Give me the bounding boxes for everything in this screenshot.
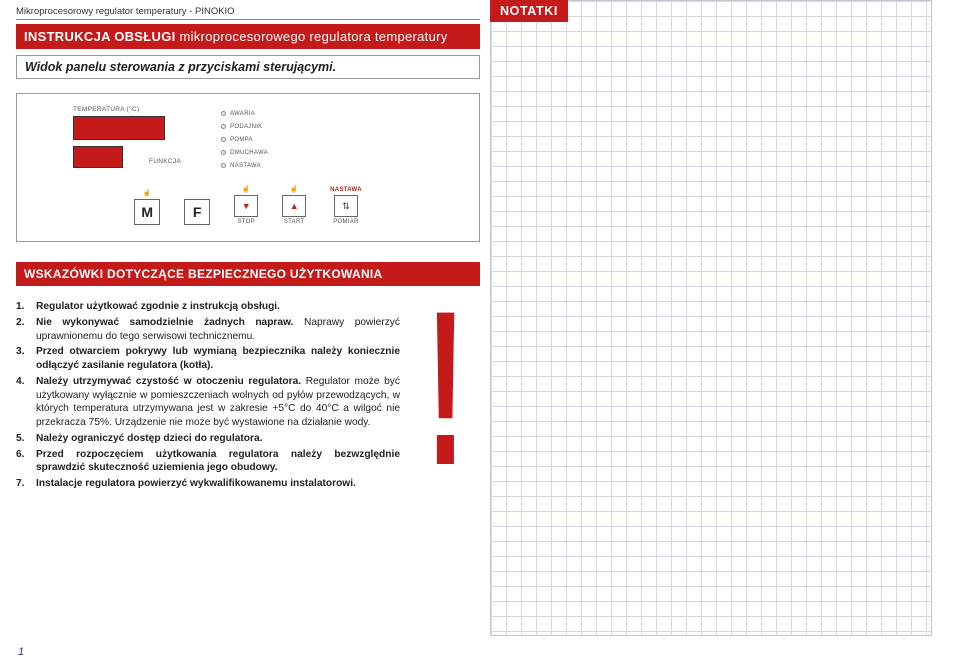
- title-strong: INSTRUKCJA OBSŁUGI: [24, 29, 176, 44]
- subtitle-text: Widok panelu sterowania z przyciskami st…: [25, 60, 336, 74]
- arrow-up-icon: [290, 201, 299, 211]
- instruction-item: Należy ograniczyć dostęp dzieci do regul…: [16, 432, 400, 446]
- led-dmuchawa-icon: [221, 150, 226, 155]
- led-awaria-label: AWARIA: [230, 111, 255, 117]
- safety-instructions: Regulator użytkować zgodnie z instrukcją…: [16, 300, 480, 491]
- notes-grid: NOTATKI: [490, 0, 932, 636]
- hand-icon-stop: ☝: [242, 185, 251, 193]
- led-nastawa-icon: [221, 163, 226, 168]
- hand-icon-start: ☝: [290, 185, 299, 193]
- m-button[interactable]: M: [134, 199, 160, 225]
- arrow-down-icon: [242, 201, 251, 211]
- control-panel-illustration: TEMPERATURA (°C) FUNKCJA AWARIA PODAJNIK…: [16, 93, 480, 242]
- exclamation-graphic: !: [412, 300, 480, 491]
- toggle-button[interactable]: ⇅: [334, 195, 358, 217]
- instruction-lead: Nie wykonywać samodzielnie żadnych napra…: [36, 317, 293, 328]
- funkcja-label: FUNKCJA: [149, 158, 181, 165]
- instruction-item: Regulator użytkować zgodnie z instrukcją…: [16, 300, 400, 314]
- led-podajnik-icon: [221, 124, 226, 129]
- instruction-item: Przed otwarciem pokrywy lub wymianą bezp…: [16, 345, 400, 373]
- title-bar: INSTRUKCJA OBSŁUGI mikroprocesorowego re…: [16, 24, 480, 49]
- led-pompa-label: POMPA: [230, 137, 253, 143]
- instruction-item: Przed rozpoczęciem użytkowania regulator…: [16, 448, 400, 476]
- led-podajnik-label: PODAJNIK: [230, 124, 262, 130]
- nastawa-caption: NASTAWA: [330, 187, 362, 193]
- start-button[interactable]: [282, 195, 306, 217]
- pomiar-caption: POMIAR: [333, 219, 358, 225]
- page-number: 1: [18, 646, 24, 658]
- start-caption: START: [284, 219, 305, 225]
- instruction-lead: Przed otwarciem pokrywy lub wymianą bezp…: [36, 346, 400, 371]
- instruction-item: Nie wykonywać samodzielnie żadnych napra…: [16, 316, 400, 344]
- instruction-lead: Regulator użytkować zgodnie z instrukcją…: [36, 301, 280, 312]
- top-header-line: Mikroprocesorowy regulator temperatury -…: [16, 6, 480, 20]
- temp-display-label: TEMPERATURA (°C): [73, 106, 181, 113]
- safety-section-bar: WSKAZÓWKI DOTYCZĄCE BEZPIECZNEGO UŻYTKOW…: [16, 262, 480, 286]
- title-rest: mikroprocesorowego regulatora temperatur…: [176, 29, 448, 44]
- notes-title: NOTATKI: [490, 0, 568, 22]
- instruction-lead: Instalacje regulatora powierzyć wykwalif…: [36, 478, 356, 489]
- stop-caption: STOP: [237, 219, 254, 225]
- instruction-item: Instalacje regulatora powierzyć wykwalif…: [16, 477, 400, 491]
- toggle-icon: ⇅: [342, 201, 350, 212]
- hand-icon: ☝: [143, 189, 152, 197]
- led-awaria-icon: [221, 111, 226, 116]
- led-pompa-icon: [221, 137, 226, 142]
- instruction-item: Należy utrzymywać czystość w otoczeniu r…: [16, 375, 400, 430]
- instruction-lead: Należy ograniczyć dostęp dzieci do regul…: [36, 433, 262, 444]
- instruction-lead: Przed rozpoczęciem użytkowania regulator…: [36, 449, 400, 474]
- f-button[interactable]: F: [184, 199, 210, 225]
- led-dmuchawa-label: DMUCHAWA: [230, 150, 268, 156]
- instruction-lead: Należy utrzymywać czystość w otoczeniu r…: [36, 376, 301, 387]
- temp-display: [73, 116, 165, 140]
- funkcja-display: [73, 146, 123, 168]
- stop-button[interactable]: [234, 195, 258, 217]
- subtitle-bar: Widok panelu sterowania z przyciskami st…: [16, 55, 480, 79]
- led-nastawa-label: NASTAWA: [230, 163, 261, 169]
